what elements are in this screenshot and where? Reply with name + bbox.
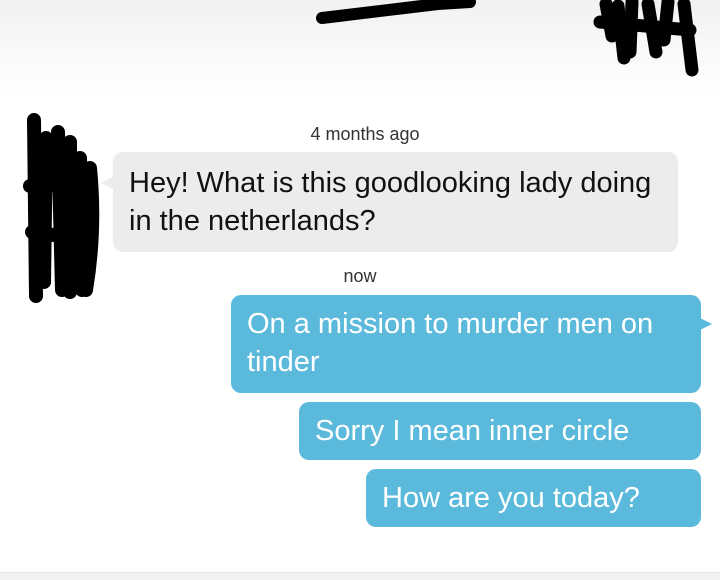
timestamp: now (343, 266, 377, 286)
outgoing-message[interactable]: Sorry I mean inner circle (299, 402, 701, 460)
outgoing-message[interactable]: On a mission to murder men on tinder (231, 295, 701, 393)
redaction-scribble-avatar (23, 113, 100, 303)
header-bar (0, 0, 720, 92)
timestamp: 4 months ago (310, 124, 420, 144)
outgoing-bubble-tail (700, 318, 712, 330)
incoming-bubble-tail (101, 177, 113, 189)
outgoing-message[interactable]: How are you today? (366, 469, 701, 527)
incoming-message[interactable]: Hey! What is this goodlooking lady doing… (113, 152, 678, 252)
